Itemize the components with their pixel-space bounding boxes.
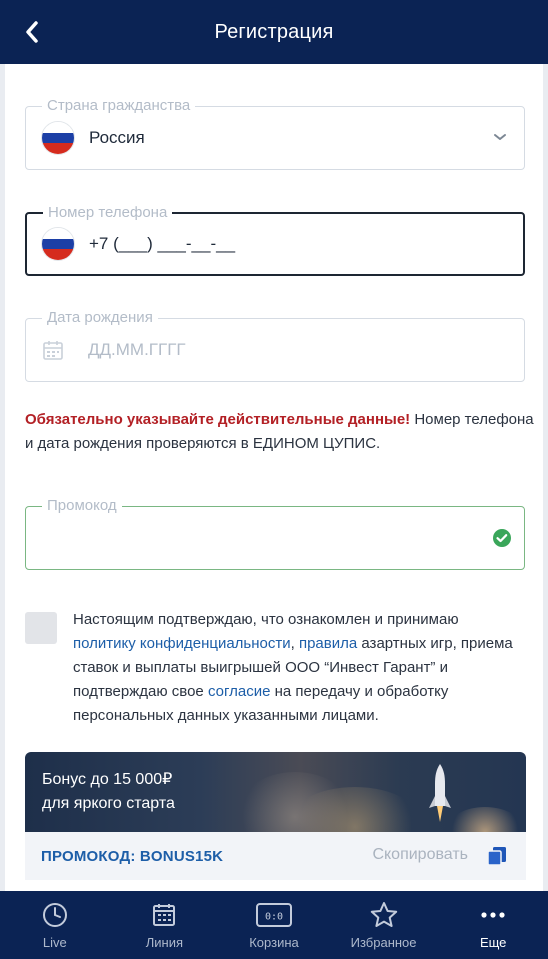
consent-text: Настоящим подтверждаю, что ознакомлен и … <box>73 608 525 728</box>
nav-cart[interactable]: 0:0 Корзина <box>219 891 329 959</box>
page-title: Регистрация <box>214 20 334 43</box>
clock-icon <box>42 903 67 927</box>
bonus-banner[interactable]: Бонус до 15 000₽ для яркого старта <box>25 752 526 832</box>
nav-favorites-label: Избранное <box>350 935 417 950</box>
nav-cart-label: Корзина <box>249 935 299 950</box>
consent-checkbox[interactable] <box>25 612 57 644</box>
country-value: Россия <box>89 128 145 147</box>
banner-line2: для яркого старта <box>42 795 175 812</box>
scoreboard-icon: 0:0 <box>255 903 292 927</box>
phone-label: Номер телефона <box>43 203 173 223</box>
banner-line1: Бонус до 15 000₽ <box>42 771 173 788</box>
nav-more[interactable]: Еще <box>438 891 548 959</box>
privacy-policy-link[interactable]: политику конфиденциальности <box>73 635 291 652</box>
calendar-icon <box>43 341 63 360</box>
nav-line[interactable]: Линия <box>110 891 220 959</box>
consent-text-part: , <box>290 635 299 652</box>
bottom-nav: Live Линия 0:0 Корзина Избранное Еще <box>0 891 548 959</box>
star-icon <box>370 902 397 927</box>
calendar-icon <box>153 904 176 926</box>
promocode-field[interactable]: Промокод <box>25 496 525 570</box>
warning-highlight: Обязательно указывайте действительные да… <box>25 411 411 428</box>
smoke-decoration <box>445 807 525 832</box>
app-header: Регистрация <box>0 0 548 64</box>
promo-code-row: ПРОМОКОД: BONUS15K Скопировать <box>25 832 526 880</box>
birthdate-input[interactable]: ДД.ММ.ГГГГ <box>88 340 186 360</box>
consent-text-part: Настоящим подтверждаю, что ознакомлен и … <box>73 611 459 628</box>
registration-form: Страна гражданства Россия Номер телефона… <box>0 64 548 891</box>
russia-flag-icon <box>41 121 75 155</box>
chevron-down-icon <box>494 134 506 140</box>
nav-live-label: Live <box>42 935 67 950</box>
svg-text:0:0: 0:0 <box>265 912 283 923</box>
chevron-left-icon <box>26 21 38 43</box>
birthdate-label: Дата рождения <box>42 308 158 328</box>
nav-line-label: Линия <box>145 935 184 950</box>
check-circle-icon <box>493 529 511 547</box>
banner-text: Бонус до 15 000₽ для яркого старта <box>42 768 175 816</box>
nav-live[interactable]: Live <box>0 891 110 959</box>
phone-input[interactable]: +7 (___) ___-__-__ <box>89 234 235 254</box>
nav-more-label: Еще <box>479 935 507 950</box>
more-dots-icon <box>481 912 505 918</box>
country-label: Страна гражданства <box>42 96 196 116</box>
phone-field[interactable]: Номер телефона +7 (___) ___-__-__ <box>25 203 525 276</box>
nav-favorites[interactable]: Избранное <box>329 891 439 959</box>
russia-flag-icon <box>41 227 75 261</box>
back-button[interactable] <box>18 18 46 46</box>
consent-link[interactable]: согласие <box>208 683 270 700</box>
rocket-icon <box>429 764 451 822</box>
verification-warning: Обязательно указывайте действительные да… <box>25 408 535 456</box>
country-select[interactable]: Страна гражданства Россия <box>25 96 525 170</box>
copy-button[interactable]: Скопировать <box>372 846 468 864</box>
promocode-label: Промокод <box>42 496 122 516</box>
promo-code-text: ПРОМОКОД: BONUS15K <box>41 847 224 865</box>
rules-link[interactable]: правила <box>299 635 357 652</box>
birthdate-field[interactable]: Дата рождения ДД.ММ.ГГГГ <box>25 308 525 382</box>
copy-icon[interactable] <box>486 845 508 867</box>
